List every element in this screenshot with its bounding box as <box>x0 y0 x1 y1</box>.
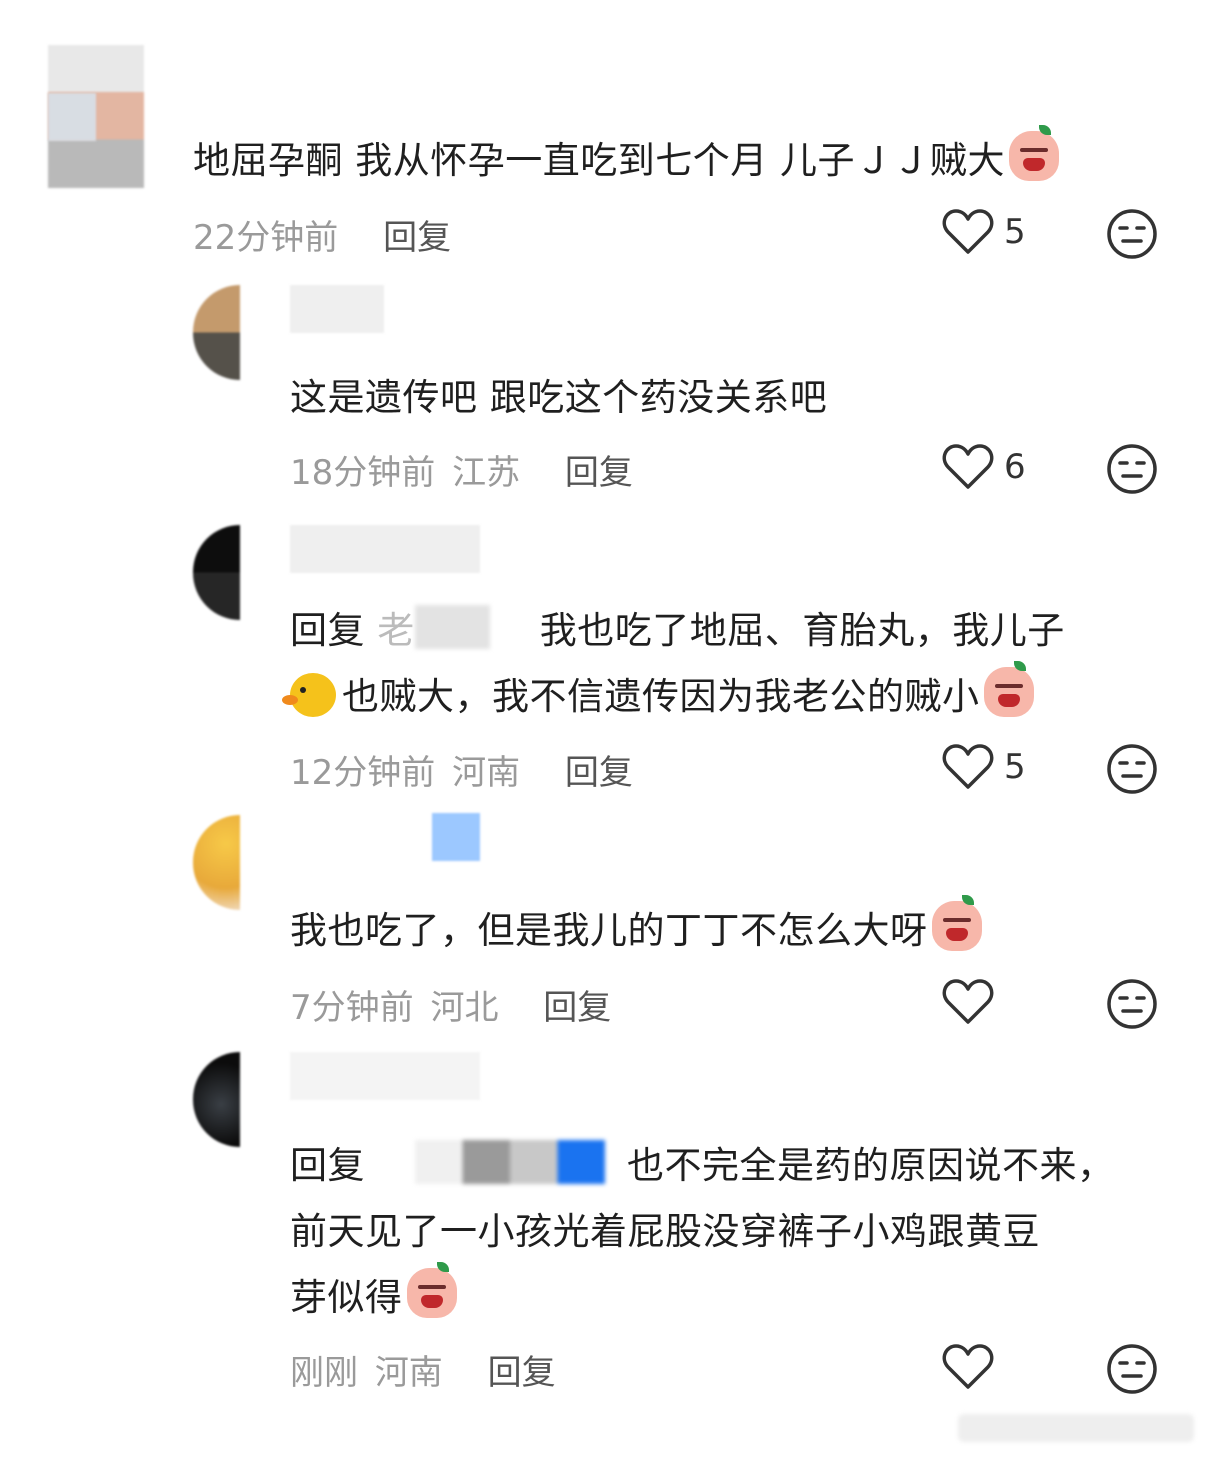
heart-outline-icon <box>942 209 994 254</box>
crying-peach-emoji <box>406 1262 457 1318</box>
comment-text-content: 我也吃了，但是我儿的丁丁不怎么大呀 <box>290 909 928 952</box>
comment-meta: 18分钟前 江苏 回复 <box>290 445 639 494</box>
dislike-button[interactable] <box>1106 443 1158 499</box>
comment-text-line2: 也贼大，我不信遗传因为我老公的贼小 <box>342 675 980 718</box>
heart-outline-icon <box>942 979 994 1024</box>
comment-4: 我也吃了，但是我儿的丁丁不怎么大呀 7分钟前 河北 回复 <box>0 805 1205 1040</box>
like-count: 5 <box>1004 212 1026 252</box>
reply-button[interactable]: 回复 <box>488 1353 556 1393</box>
neutral-face-icon <box>1107 209 1157 259</box>
comment-text-line1: 我也吃了地屈、育胎丸，我儿子 <box>539 609 1065 652</box>
like-count: 5 <box>1004 747 1026 787</box>
location: 河北 <box>430 988 499 1028</box>
avatar[interactable] <box>193 525 240 620</box>
neutral-face-icon <box>1107 444 1157 494</box>
avatar[interactable] <box>193 815 240 910</box>
reply-prefix: 回复 <box>290 609 365 652</box>
duck-emoji <box>282 673 336 717</box>
heart-outline-icon <box>942 444 994 489</box>
reply-button[interactable]: 回复 <box>383 218 451 258</box>
like-button[interactable]: 5 <box>942 743 1026 791</box>
dislike-button[interactable] <box>1106 743 1158 799</box>
comment-5: 回复 也不完全是药的原因说不来， 前天见了一小孩光着屁股没穿裤子小鸡跟黄豆 芽似得… <box>0 1040 1205 1410</box>
username-blurred <box>432 813 480 861</box>
like-button[interactable]: 5 <box>942 208 1026 256</box>
comment-2: 这是遗传吧 跟吃这个药没关系吧 18分钟前 江苏 回复 6 <box>0 270 1205 505</box>
comment-meta: 刚刚 河南 回复 <box>290 1345 562 1394</box>
comment-text: 我也吃了，但是我儿的丁丁不怎么大呀 <box>290 895 982 964</box>
crying-peach-emoji <box>1009 125 1060 181</box>
dislike-button[interactable] <box>1106 1343 1158 1399</box>
timestamp: 18分钟前 <box>290 453 436 493</box>
comment-text-content: 这是遗传吧 跟吃这个药没关系吧 <box>290 376 828 419</box>
comment-text: 回复 老 我也吃了地屈、育胎丸，我儿子 也贼大，我不信遗传因为我老公的贼小 <box>282 598 1065 730</box>
like-count: 6 <box>1004 447 1026 487</box>
neutral-face-icon <box>1107 1344 1157 1394</box>
like-button[interactable] <box>942 978 1004 1026</box>
username-blurred <box>290 1052 480 1100</box>
comment-meta: 12分钟前 河南 回复 <box>290 745 639 794</box>
crying-peach-emoji <box>983 661 1034 717</box>
watermark <box>958 1414 1194 1442</box>
crying-peach-emoji <box>931 895 982 951</box>
location: 江苏 <box>452 453 521 493</box>
username-blurred <box>290 285 384 333</box>
dislike-button[interactable] <box>1106 208 1158 264</box>
like-button[interactable] <box>942 1343 1004 1391</box>
reply-prefix: 回复 <box>290 1144 365 1187</box>
heart-outline-icon <box>942 1344 994 1389</box>
comment-1: 地屈孕酮 我从怀孕一直吃到七个月 儿子ＪＪ贼大 22分钟前 回复 5 <box>0 0 1205 270</box>
reply-target-name[interactable]: 老 <box>377 609 415 652</box>
reply-target-blurred <box>414 605 490 649</box>
location: 河南 <box>374 1353 443 1393</box>
comment-text: 地屈孕酮 我从怀孕一直吃到七个月 儿子ＪＪ贼大 <box>193 125 1060 194</box>
timestamp: 7分钟前 <box>290 988 414 1028</box>
reply-target-blurred[interactable] <box>415 1140 605 1184</box>
location: 河南 <box>452 753 521 793</box>
dislike-button[interactable] <box>1106 978 1158 1034</box>
avatar-part <box>48 93 96 141</box>
comment-meta: 22分钟前 回复 <box>193 210 457 259</box>
username-blurred <box>290 525 480 573</box>
comment-text-line3: 芽似得 <box>290 1276 403 1319</box>
timestamp: 22分钟前 <box>193 218 339 258</box>
comment-text: 这是遗传吧 跟吃这个药没关系吧 <box>290 365 827 431</box>
avatar[interactable] <box>193 1052 240 1147</box>
reply-button[interactable]: 回复 <box>565 453 633 493</box>
comment-text-line2: 前天见了一小孩光着屁股没穿裤子小鸡跟黄豆 <box>290 1210 1040 1253</box>
reply-button[interactable]: 回复 <box>565 753 633 793</box>
timestamp: 刚刚 <box>290 1353 358 1393</box>
neutral-face-icon <box>1107 979 1157 1029</box>
comment-text-line1: 也不完全是药的原因说不来， <box>627 1144 1115 1187</box>
reply-button[interactable]: 回复 <box>543 988 611 1028</box>
comment-text-content: 地屈孕酮 我从怀孕一直吃到七个月 儿子ＪＪ贼大 <box>193 139 1006 182</box>
avatar[interactable] <box>193 285 240 380</box>
neutral-face-icon <box>1107 744 1157 794</box>
like-button[interactable]: 6 <box>942 443 1026 491</box>
heart-outline-icon <box>942 744 994 789</box>
comment-meta: 7分钟前 河北 回复 <box>290 980 617 1029</box>
comment-text: 回复 也不完全是药的原因说不来， 前天见了一小孩光着屁股没穿裤子小鸡跟黄豆 芽似得 <box>290 1133 1115 1331</box>
comment-3: 回复 老 我也吃了地屈、育胎丸，我儿子 也贼大，我不信遗传因为我老公的贼小 12分… <box>0 505 1205 805</box>
timestamp: 12分钟前 <box>290 753 436 793</box>
